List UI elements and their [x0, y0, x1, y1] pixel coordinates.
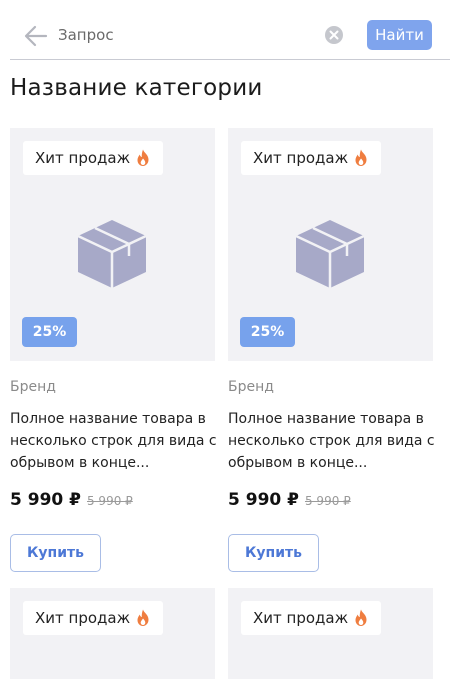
price-row: 5 990 ₽ 5 990 ₽ [10, 490, 133, 510]
bestseller-badge: Хит продаж [241, 601, 382, 635]
old-price: 5 990 ₽ [304, 494, 351, 508]
fire-icon [137, 149, 149, 166]
discount-badge: 25% [22, 317, 77, 347]
product-image[interactable]: Хит продаж [228, 588, 433, 679]
buy-button[interactable]: Купить [228, 534, 319, 572]
product-image[interactable]: Хит продаж 25% [10, 128, 215, 361]
bestseller-label: Хит продаж [253, 609, 349, 627]
page-title: Название категории [10, 75, 263, 101]
product-image[interactable]: Хит продаж [10, 588, 215, 679]
product-name[interactable]: Полное название товара в несколько строк… [10, 408, 220, 474]
bestseller-badge: Хит продаж [23, 601, 164, 635]
product-name[interactable]: Полное название товара в несколько строк… [228, 408, 438, 474]
bestseller-badge: Хит продаж [241, 141, 382, 175]
old-price: 5 990 ₽ [86, 494, 133, 508]
search-input[interactable] [58, 22, 308, 48]
search-bar: Найти [10, 10, 450, 60]
clear-icon[interactable] [324, 25, 344, 45]
search-button[interactable]: Найти [367, 20, 432, 50]
current-price: 5 990 ₽ [228, 490, 299, 510]
bestseller-badge: Хит продаж [23, 141, 164, 175]
fire-icon [137, 609, 149, 626]
brand-label: Бренд [228, 379, 274, 395]
box-icon [77, 220, 147, 288]
bestseller-label: Хит продаж [35, 149, 131, 167]
price-row: 5 990 ₽ 5 990 ₽ [228, 490, 351, 510]
bestseller-label: Хит продаж [253, 149, 349, 167]
product-image[interactable]: Хит продаж 25% [228, 128, 433, 361]
brand-label: Бренд [10, 379, 56, 395]
fire-icon [355, 609, 367, 626]
current-price: 5 990 ₽ [10, 490, 81, 510]
fire-icon [355, 149, 367, 166]
bestseller-label: Хит продаж [35, 609, 131, 627]
box-icon [295, 220, 365, 288]
discount-badge: 25% [240, 317, 295, 347]
back-arrow-icon[interactable] [22, 22, 50, 50]
buy-button[interactable]: Купить [10, 534, 101, 572]
